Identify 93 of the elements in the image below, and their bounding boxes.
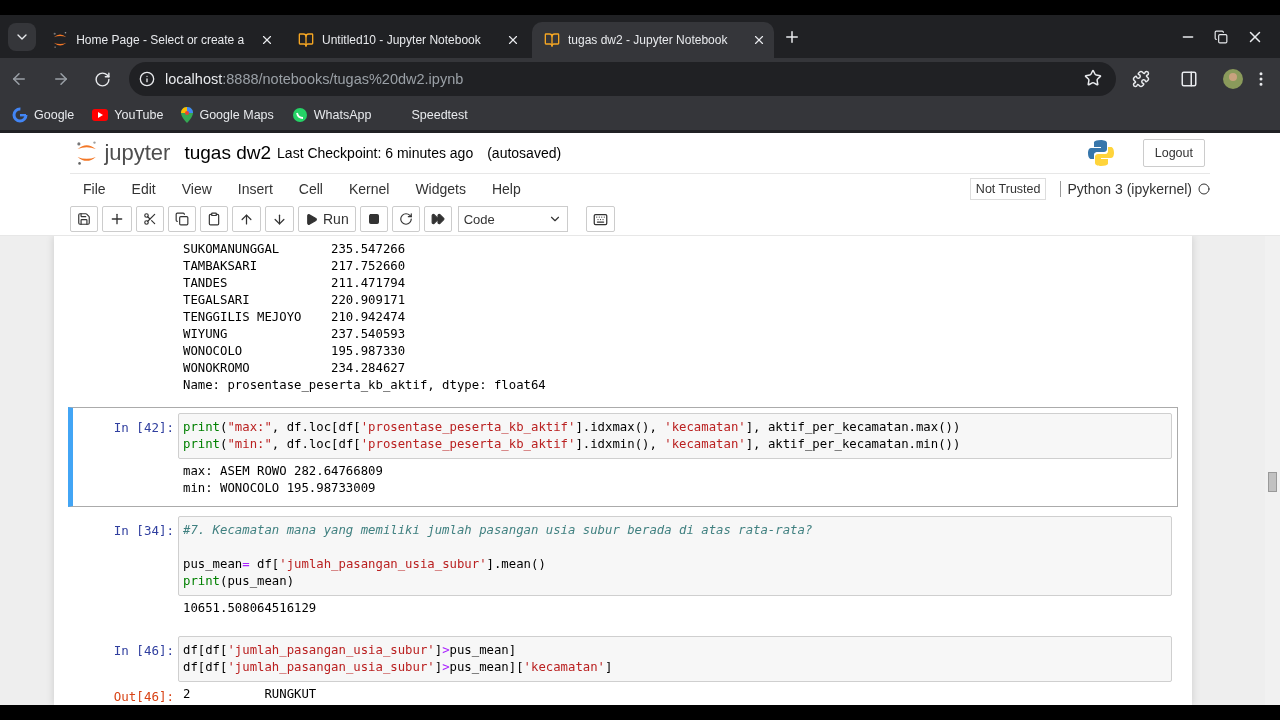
plus-icon <box>109 211 125 227</box>
close-icon[interactable] <box>506 33 520 47</box>
add-cell-button[interactable] <box>102 206 132 232</box>
keyboard-icon <box>592 211 608 227</box>
close-icon[interactable] <box>752 33 766 47</box>
checkpoint-text: Last Checkpoint: 6 minutes ago <box>277 145 474 161</box>
reload-icon[interactable] <box>94 70 111 88</box>
move-up-button[interactable] <box>232 206 261 232</box>
bookmark-link[interactable]: Google Maps <box>181 107 274 123</box>
menu-item[interactable]: Kernel <box>335 180 403 197</box>
notebook-cell[interactable]: In [34]: #7. Kecamatan mana yang memiliki jumlah pasangan usia subur berada di atas rata-rata? pus_mean= df['jumlah_pasangan_usia_subur'].mean() print(pus_mean) 10651.508064516129 <box>68 510 1178 627</box>
output-line: 2 RUNGKUT <box>183 686 318 703</box>
save-button[interactable] <box>70 206 98 232</box>
output-line: WIYUNG 237.540593 <box>183 326 407 343</box>
bookmark-link[interactable]: WhatsApp <box>291 107 372 123</box>
jupyter-logo-icon <box>75 140 99 166</box>
browser-tab[interactable]: tugas dw2 - Jupyter Notebook <box>532 22 774 58</box>
notebook-name[interactable]: tugas dw2 <box>184 142 272 164</box>
arrow-down-icon <box>272 211 287 227</box>
play-icon <box>305 212 318 226</box>
output-line: WONOCOLO 195.987330 <box>183 343 407 360</box>
copy-icon <box>175 212 189 226</box>
avatar-icon[interactable] <box>1222 68 1244 90</box>
bookmark-link[interactable]: Google <box>12 107 75 123</box>
map-pin-icon <box>181 107 194 123</box>
cell-type-select[interactable]: Code <box>457 206 568 232</box>
menu-item[interactable]: View <box>168 180 225 197</box>
book-icon <box>298 32 314 48</box>
bookmark-link[interactable]: YouTube <box>92 108 164 122</box>
autosave-status: (autosaved) <box>487 145 562 161</box>
menu-item[interactable]: Insert <box>224 180 286 197</box>
output-line: min: WONOCOLO 195.98733009 <box>183 480 377 497</box>
save-icon <box>77 212 91 226</box>
paste-button[interactable] <box>200 206 228 232</box>
output-line: WONOKROMO 234.284627 <box>183 360 407 377</box>
close-icon[interactable] <box>260 33 274 47</box>
move-down-button[interactable] <box>265 206 294 232</box>
output-line: TENGGILIS MEJOYO 210.942474 <box>183 309 407 326</box>
notebook-cell[interactable]: In [46]: df[df['jumlah_pasangan_usia_subur']>pus_mean] df[df['jumlah_pasangan_usia_subur']>pus_mean]['kecamatan'] Out[46]: 2 RUNGKUT <box>68 630 1178 705</box>
bookmark-link[interactable]: Speedtest <box>389 108 468 122</box>
fast-forward-icon <box>430 212 445 226</box>
output-line: max: ASEM ROWO 282.64766809 <box>183 463 384 480</box>
output-line: SUKOMANUNGGAL 235.547266 <box>183 241 407 258</box>
menu-item[interactable]: Help <box>478 180 534 197</box>
tab-list-button[interactable] <box>8 22 36 51</box>
output-line: Name: prosentase_peserta_kb_aktif, dtype: float64 <box>183 377 547 394</box>
video-play-icon <box>92 109 109 121</box>
scissors-icon <box>143 212 157 226</box>
keyboard-button[interactable] <box>585 206 615 232</box>
output-line: TANDES 211.471794 <box>183 275 407 292</box>
run-button[interactable]: Run <box>298 206 356 232</box>
menu-item[interactable]: File <box>70 180 119 197</box>
book-icon <box>544 32 560 48</box>
input-prompt: In [42]: <box>112 419 175 437</box>
clipboard-icon <box>207 212 221 226</box>
output-line: TEGALSARI 220.909171 <box>183 292 407 309</box>
kernel-idle-icon <box>1198 182 1210 195</box>
run-all-button[interactable] <box>423 206 452 232</box>
jupyter-logo-text: jupyter <box>104 140 171 166</box>
side-panel-icon[interactable] <box>1180 70 1198 88</box>
jupyter-logo-icon <box>52 31 69 49</box>
browser-tab[interactable]: Home Page - Select or create a <box>40 22 282 58</box>
kernel-name: Python 3 (ipykernel) <box>1060 180 1192 197</box>
logout-button[interactable]: Logout <box>1142 139 1205 167</box>
code-input[interactable]: df[df['jumlah_pasangan_usia_subur']>pus_mean] df[df['jumlah_pasangan_usia_subur']>pus_mean]['kecamatan'] <box>178 636 1172 682</box>
google-g-icon <box>12 107 28 123</box>
stop-button[interactable] <box>359 206 388 232</box>
address-bar[interactable]: localhost:8888/notebooks/tugas%20dw2.ipynb <box>129 62 1116 96</box>
restart-icon <box>398 212 413 226</box>
code-input[interactable]: #7. Kecamatan mana yang memiliki jumlah pasangan usia subur berada di atas rata-rata? pus_mean= df['jumlah_pasangan_usia_subur'].mean() print(pus_mean) <box>178 516 1172 596</box>
restart-button[interactable] <box>391 206 420 232</box>
back-icon[interactable] <box>10 70 28 88</box>
copy-button[interactable] <box>168 206 196 232</box>
output-line: 10651.508064516129 <box>183 600 318 617</box>
code-input[interactable]: print("max:", df.loc[df['prosentase_peserta_kb_aktif'].idxmax(), 'kecamatan'], aktif_per_kecamatan.max()) print("min:", df.loc[df['prosentase_peserta_kb_aktif'].idxmin(), 'kecamatan'], aktif_per_kecamatan.min()) <box>178 413 1172 459</box>
notebook-cell[interactable] <box>68 407 1178 507</box>
chat-bubble-icon <box>291 107 308 123</box>
extensions-icon[interactable] <box>1132 70 1150 88</box>
output-prompt: Out[46]: <box>112 688 175 705</box>
menu-item[interactable]: Widgets <box>402 180 479 197</box>
stop-icon <box>367 213 380 225</box>
menu-item[interactable]: Edit <box>118 180 169 197</box>
input-prompt: In [46]: <box>112 642 175 660</box>
input-prompt: In [34]: <box>112 522 175 540</box>
trust-button[interactable]: Not Trusted <box>969 177 1047 200</box>
python-logo-icon <box>1086 139 1115 167</box>
restore-icon[interactable] <box>1214 29 1228 44</box>
cut-button[interactable] <box>136 206 164 232</box>
forward-icon[interactable] <box>52 70 70 88</box>
menu-item[interactable]: Cell <box>285 180 336 197</box>
browser-tab[interactable]: Untitled10 - Jupyter Notebook <box>286 22 528 58</box>
scroll-thumb[interactable] <box>1268 472 1277 492</box>
output-line: TAMBAKSARI 217.752660 <box>183 258 407 275</box>
